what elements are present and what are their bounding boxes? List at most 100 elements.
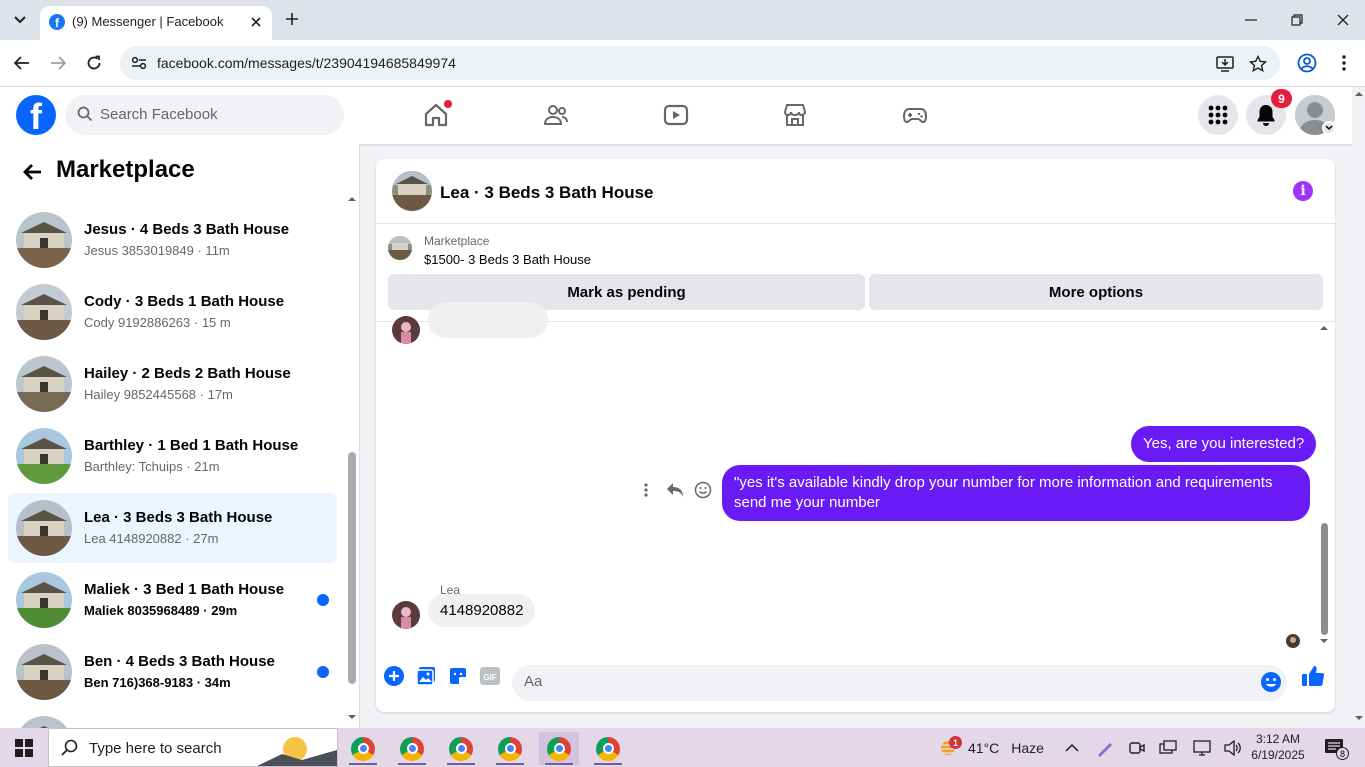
- gif-icon[interactable]: GIF: [478, 664, 502, 688]
- chat-scroll-thumb[interactable]: [1321, 523, 1328, 635]
- conversation-name: Jesus · 4 Beds 3 Bath House: [84, 221, 290, 238]
- conversation-row[interactable]: Maliek · 3 Bed 1 Bath House Maliek 803596…: [8, 565, 337, 635]
- pen-ink-icon[interactable]: [1095, 738, 1115, 758]
- install-app-icon[interactable]: [1215, 54, 1235, 74]
- taskbar-clock[interactable]: 3:12 AM 6/19/2025: [1250, 731, 1306, 763]
- taskbar-search-placeholder: Type here to search: [89, 740, 222, 757]
- tab-search-chevron-icon[interactable]: [6, 6, 34, 34]
- more-options-button[interactable]: More options: [869, 274, 1323, 310]
- listing-thumbnail[interactable]: [388, 236, 412, 260]
- sidebar-title: Marketplace: [56, 156, 195, 183]
- chrome-icon: [547, 736, 571, 761]
- taskbar-chrome-app[interactable]: [588, 732, 628, 765]
- react-smiley-icon[interactable]: [693, 480, 713, 500]
- taskbar-chrome-app[interactable]: [441, 732, 481, 765]
- reply-icon[interactable]: [665, 480, 685, 500]
- close-window-icon[interactable]: [1333, 10, 1353, 30]
- sidebar-scrollbar[interactable]: [346, 190, 358, 724]
- conversation-preview: Lea 4148920882 · 27m: [84, 531, 219, 546]
- scroll-down-arrow-icon[interactable]: [347, 714, 357, 720]
- new-tab-plus-icon[interactable]: [282, 9, 302, 29]
- network-drive-icon[interactable]: [1158, 738, 1178, 758]
- message-bubble-incoming[interactable]: 4148920882: [428, 594, 536, 627]
- message-bubble-outgoing[interactable]: "yes it's available kindly drop your num…: [722, 465, 1310, 521]
- taskbar-search-box[interactable]: Type here to search: [48, 728, 338, 767]
- facebook-favicon-icon: f: [49, 14, 65, 30]
- emoji-icon[interactable]: [1260, 671, 1284, 695]
- weather-widget[interactable]: 1 41°C Haze: [938, 728, 1044, 767]
- site-info-tune-icon[interactable]: [130, 54, 148, 72]
- account-chevron-down-icon[interactable]: [1322, 121, 1336, 135]
- facebook-logo-icon[interactable]: f: [16, 95, 56, 135]
- scroll-up-arrow-icon[interactable]: [347, 196, 357, 202]
- chat-title[interactable]: Lea · 3 Beds 3 Bath House: [440, 183, 654, 203]
- browser-menu-kebab-icon[interactable]: [1333, 52, 1355, 74]
- plus-circle-icon[interactable]: [382, 664, 406, 688]
- contact-avatar[interactable]: [392, 601, 420, 629]
- back-arrow-icon[interactable]: [11, 52, 33, 74]
- weather-desc: Haze: [1011, 739, 1044, 756]
- windows-start-icon[interactable]: [0, 728, 48, 767]
- message-text-field[interactable]: [524, 673, 1224, 690]
- scroll-up-arrow-icon[interactable]: [1319, 325, 1329, 331]
- url-text[interactable]: facebook.com/messages/t/2390419468584997…: [157, 55, 456, 71]
- taskbar-chrome-app-active[interactable]: [539, 732, 579, 765]
- sidebar-scroll-thumb[interactable]: [348, 452, 356, 684]
- profile-account-icon[interactable]: [1296, 52, 1318, 74]
- marketplace-icon[interactable]: [781, 101, 809, 129]
- message-input[interactable]: [512, 665, 1287, 701]
- chat-scrollbar[interactable]: [1318, 325, 1330, 650]
- more-actions-kebab-icon[interactable]: [636, 480, 656, 500]
- home-new-dot: [444, 100, 452, 108]
- conversation-row[interactable]: Lea · 3 Beds 3 Bath House Lea 4148920882 …: [8, 493, 337, 563]
- conversation-row[interactable]: Hailey · 2 Beds 2 Bath House Hailey 98524…: [8, 349, 337, 419]
- restore-window-icon[interactable]: [1287, 10, 1307, 30]
- taskbar-chrome-app[interactable]: [392, 732, 432, 765]
- page-scrollbar[interactable]: [1352, 87, 1365, 728]
- photo-attach-icon[interactable]: [414, 664, 438, 688]
- gaming-icon[interactable]: [901, 101, 929, 129]
- address-bar[interactable]: facebook.com/messages/t/2390419468584997…: [120, 46, 1280, 80]
- message-bubble-outgoing[interactable]: Yes, are you interested?: [1131, 426, 1317, 462]
- listing-thumbnail: [16, 644, 72, 700]
- conversation-row[interactable]: Ben · 4 Beds 3 Bath House Ben 716)368-918…: [8, 637, 337, 707]
- conversation-info-icon[interactable]: i: [1293, 181, 1313, 201]
- taskbar-chrome-app[interactable]: [490, 732, 530, 765]
- scroll-down-arrow-icon[interactable]: [1319, 638, 1329, 644]
- browser-tab-messenger[interactable]: f (9) Messenger | Facebook: [40, 6, 272, 40]
- meet-now-icon[interactable]: [1127, 738, 1147, 758]
- search-highlight-sun-icon: [257, 737, 337, 766]
- chat-listing-avatar[interactable]: [392, 171, 432, 211]
- conversation-row[interactable]: Barthley · 1 Bed 1 Bath House Barthley: T…: [8, 421, 337, 491]
- listing-title[interactable]: $1500- 3 Beds 3 Bath House: [424, 252, 591, 267]
- sticker-icon[interactable]: [446, 664, 470, 688]
- scroll-down-arrow-icon[interactable]: [1354, 715, 1364, 721]
- taskbar-chrome-app[interactable]: [343, 732, 383, 765]
- sidebar-header: Marketplace: [0, 144, 344, 200]
- conversation-row[interactable]: Jesus · 4 Beds 3 Bath House Jesus 3853019…: [8, 205, 337, 275]
- network-ethernet-icon[interactable]: [1192, 738, 1212, 758]
- browser-toolbar: facebook.com/messages/t/2390419468584997…: [0, 40, 1365, 87]
- chrome-icon: [351, 736, 375, 761]
- facebook-search-input[interactable]: Search Facebook: [65, 95, 344, 135]
- conversation-row[interactable]: Cody · 3 Beds 1 Bath House Cody 919288626…: [8, 277, 337, 347]
- friends-icon[interactable]: [542, 101, 570, 129]
- like-thumbs-up-icon[interactable]: [1301, 664, 1325, 688]
- reload-icon[interactable]: [83, 52, 105, 74]
- chrome-icon: [449, 736, 473, 761]
- notification-count-badge: 9: [1271, 89, 1292, 108]
- volume-speaker-icon[interactable]: [1223, 738, 1243, 758]
- conversation-row-partial[interactable]: [8, 709, 337, 728]
- action-center-icon[interactable]: 8: [1322, 737, 1349, 760]
- close-tab-icon[interactable]: [248, 14, 264, 30]
- seen-receipt-avatar: [1286, 634, 1300, 648]
- back-arrow-icon[interactable]: [20, 160, 44, 184]
- show-hidden-icons-chevron-icon[interactable]: [1062, 738, 1082, 758]
- forward-arrow-icon[interactable]: [47, 52, 69, 74]
- video-icon[interactable]: [662, 101, 690, 129]
- menu-grid-icon[interactable]: [1198, 95, 1238, 135]
- conversation-name: Barthley · 1 Bed 1 Bath House: [84, 437, 299, 454]
- bookmark-star-icon[interactable]: [1248, 54, 1268, 74]
- minimize-window-icon[interactable]: [1241, 10, 1261, 30]
- scroll-up-arrow-icon[interactable]: [1354, 91, 1364, 97]
